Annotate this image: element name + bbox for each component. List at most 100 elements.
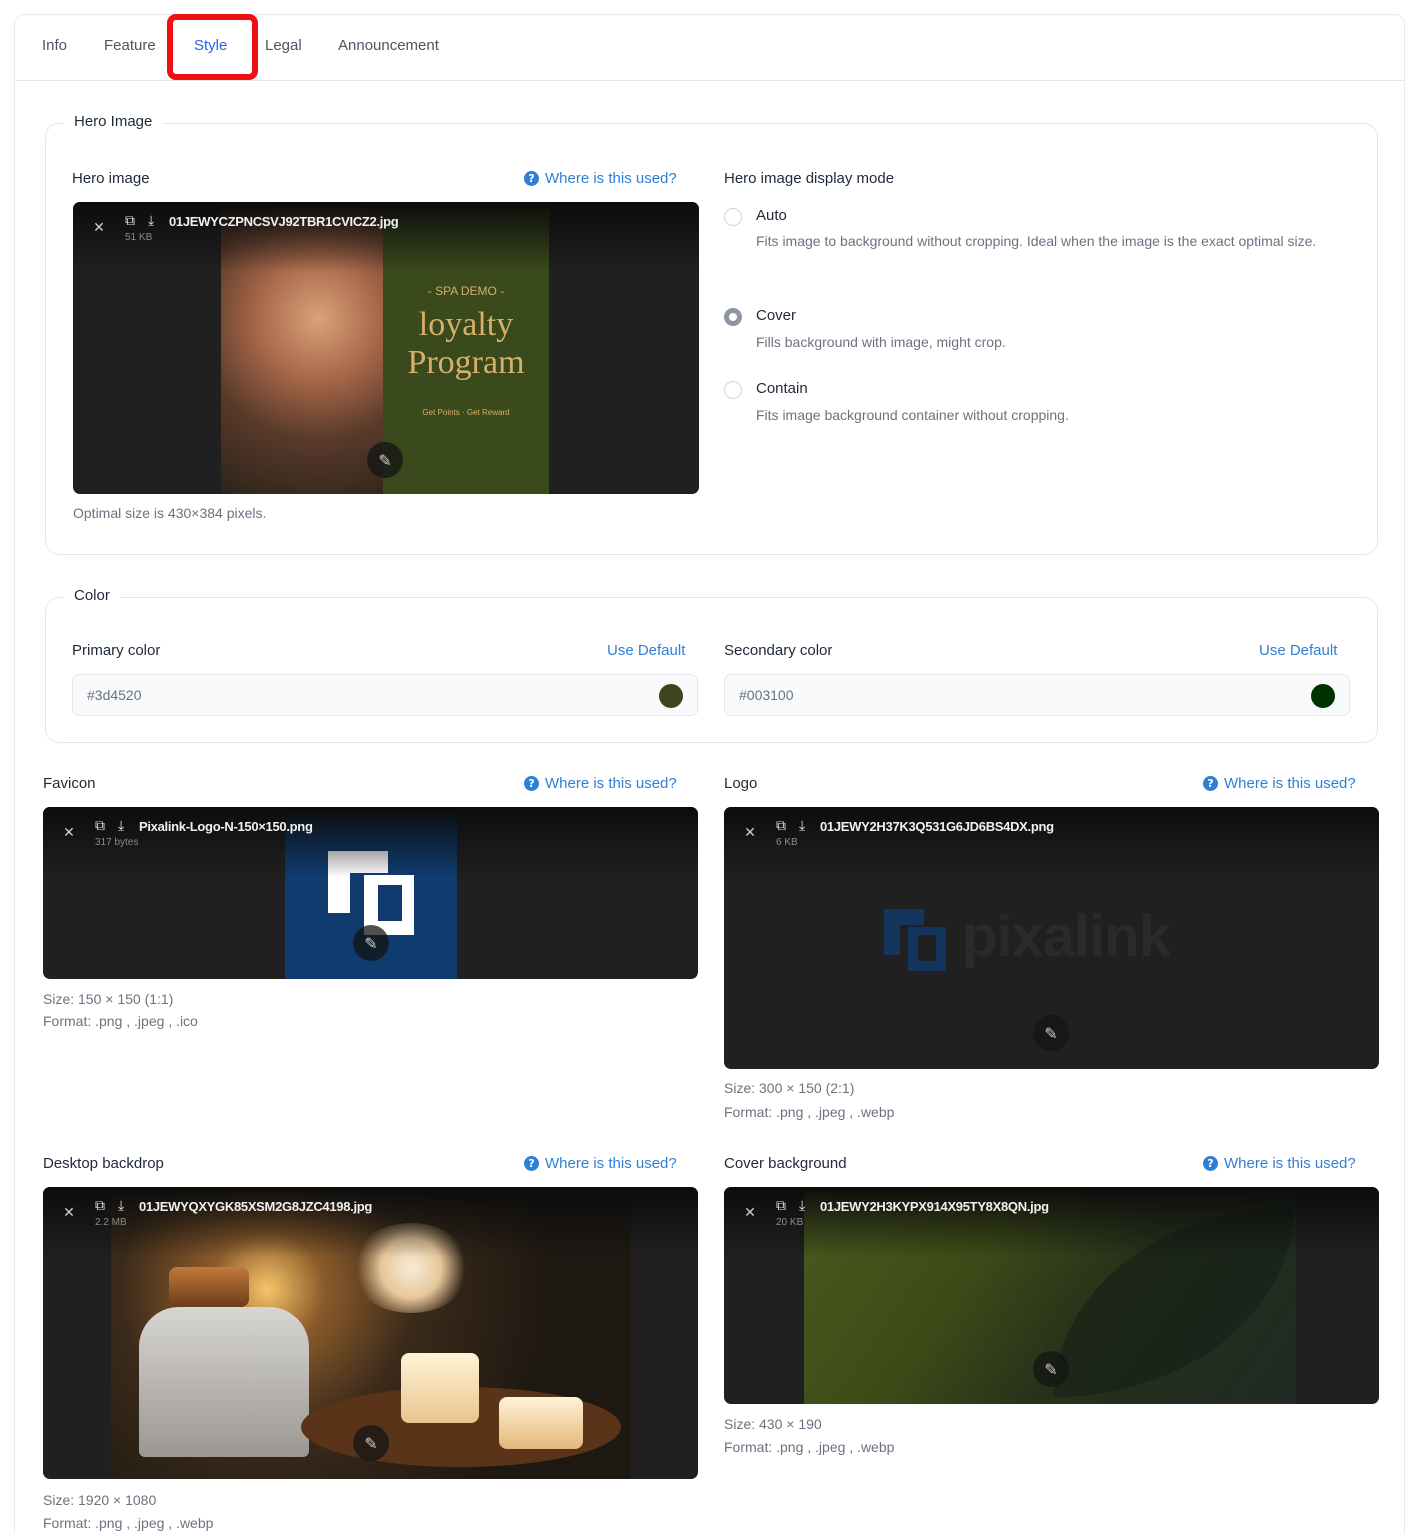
edit-pencil-icon[interactable]: ✎ xyxy=(367,442,403,478)
upload-header-shade xyxy=(724,1187,1379,1257)
logo-preview: pixalink xyxy=(884,904,1224,975)
hero-image-label: Hero image xyxy=(72,170,150,187)
radio-contain-title: Contain xyxy=(756,380,808,397)
secondary-color-value: #003100 xyxy=(739,687,794,703)
hero-optimal-size: Optimal size is 430×384 pixels. xyxy=(73,505,267,521)
hero-image-group: Hero Image Hero image ? Where is this us… xyxy=(45,113,1378,555)
remove-icon[interactable]: ✕ xyxy=(742,825,758,841)
logo-upload[interactable]: pixalink ✕ ⧉ ⤓ 01JEWY2H37K3Q531G6JD6BS4D… xyxy=(724,807,1379,1069)
open-external-icon[interactable]: ⧉ xyxy=(776,1198,786,1214)
logo-file-size: 6 KB xyxy=(776,837,798,848)
remove-icon[interactable]: ✕ xyxy=(61,825,77,841)
primary-color-swatch[interactable] xyxy=(659,684,683,708)
logo-where-used-link[interactable]: ? Where is this used? xyxy=(1203,775,1356,792)
open-external-icon[interactable]: ⧉ xyxy=(95,818,105,834)
download-icon[interactable]: ⤓ xyxy=(148,213,154,229)
favicon-where-used-text: Where is this used? xyxy=(545,775,677,792)
hero-program-text: Program xyxy=(407,344,525,381)
favicon-size: Size: 150 × 150 (1:1) xyxy=(43,991,174,1007)
hero-where-used-link[interactable]: ? Where is this used? xyxy=(524,170,677,187)
color-group: Color Primary color Use Default #3d4520 … xyxy=(45,587,1378,743)
upload-header-shade xyxy=(43,1187,698,1257)
primary-color-value: #3d4520 xyxy=(87,687,142,703)
backdrop-file-size: 2.2 MB xyxy=(95,1217,127,1228)
download-icon[interactable]: ⤓ xyxy=(118,1198,124,1214)
backdrop-where-used-link[interactable]: ? Where is this used? xyxy=(524,1155,677,1172)
question-icon: ? xyxy=(524,171,539,186)
secondary-color-input[interactable]: #003100 xyxy=(724,674,1350,716)
question-icon: ? xyxy=(1203,776,1218,791)
open-external-icon[interactable]: ⧉ xyxy=(776,818,786,834)
tab-highlight-box xyxy=(167,14,258,80)
candle-3 xyxy=(169,1267,249,1307)
tab-legal[interactable]: Legal xyxy=(265,37,302,54)
desktop-backdrop-upload[interactable]: ✕ ⧉ ⤓ 01JEWYQXYGK85XSM2G8JZC4198.jpg 2.2… xyxy=(43,1187,698,1479)
backdrop-where-used-text: Where is this used? xyxy=(545,1155,677,1172)
logo-wordmark: pixalink xyxy=(962,904,1171,969)
radio-contain[interactable] xyxy=(724,381,742,399)
open-external-icon[interactable]: ⧉ xyxy=(125,213,135,229)
color-legend: Color xyxy=(64,587,120,604)
favicon-file-name: Pixalink-Logo-N-150×150.png xyxy=(139,819,313,834)
primary-use-default-link[interactable]: Use Default xyxy=(607,642,685,659)
backdrop-format: Format: .png , .jpeg , .webp xyxy=(43,1515,214,1531)
hero-image-upload[interactable]: - SPA DEMO - loyalty Program Get Points … xyxy=(73,202,699,494)
favicon-format: Format: .png , .jpeg , .ico xyxy=(43,1013,198,1029)
cover-background-label: Cover background xyxy=(724,1155,847,1172)
remove-icon[interactable]: ✕ xyxy=(61,1205,77,1221)
edit-pencil-icon[interactable]: ✎ xyxy=(1033,1351,1069,1387)
edit-pencil-icon[interactable]: ✎ xyxy=(1033,1015,1069,1051)
secondary-color-swatch[interactable] xyxy=(1311,684,1335,708)
cover-format: Format: .png , .jpeg , .webp xyxy=(724,1439,895,1455)
hero-tagline-text: Get Points · Get Reward xyxy=(422,408,510,417)
favicon-where-used-link[interactable]: ? Where is this used? xyxy=(524,775,677,792)
radio-auto-title: Auto xyxy=(756,207,787,224)
radio-auto[interactable] xyxy=(724,208,742,226)
upload-header-shade xyxy=(73,202,699,272)
hero-demo-text: - SPA DEMO - xyxy=(427,284,505,298)
cover-size: Size: 430 × 190 xyxy=(724,1416,822,1432)
open-external-icon[interactable]: ⧉ xyxy=(95,1198,105,1214)
download-icon[interactable]: ⤓ xyxy=(799,1198,805,1214)
favicon-file-size: 317 bytes xyxy=(95,837,139,848)
radio-contain-desc: Fits image background container without … xyxy=(756,407,1069,423)
logo-format: Format: .png , .jpeg , .webp xyxy=(724,1104,895,1120)
upload-header-shade xyxy=(43,807,698,877)
tab-bar: Info Feature Style Legal Announcement xyxy=(15,14,1404,81)
display-mode-label: Hero image display mode xyxy=(724,170,895,187)
backdrop-size: Size: 1920 × 1080 xyxy=(43,1492,157,1508)
towels xyxy=(139,1307,309,1457)
tab-announcement[interactable]: Announcement xyxy=(338,37,439,54)
hero-loyalty-text: loyalty xyxy=(418,306,514,343)
cover-file-size: 20 KB xyxy=(776,1217,804,1228)
backdrop-file-name: 01JEWYQXYGK85XSM2G8JZC4198.jpg xyxy=(139,1199,373,1214)
logo-where-used-text: Where is this used? xyxy=(1224,775,1356,792)
download-icon[interactable]: ⤓ xyxy=(799,818,805,834)
cover-where-used-link[interactable]: ? Where is this used? xyxy=(1203,1155,1356,1172)
candle-1 xyxy=(401,1353,479,1423)
remove-icon[interactable]: ✕ xyxy=(742,1205,758,1221)
remove-icon[interactable]: ✕ xyxy=(91,220,107,236)
question-icon: ? xyxy=(524,1156,539,1171)
candle-2 xyxy=(499,1397,583,1449)
hero-legend: Hero Image xyxy=(64,113,163,130)
radio-cover-desc: Fills background with image, might crop. xyxy=(756,334,1006,350)
cover-where-used-text: Where is this used? xyxy=(1224,1155,1356,1172)
tab-feature[interactable]: Feature xyxy=(104,37,156,54)
download-icon[interactable]: ⤓ xyxy=(118,818,124,834)
radio-cover[interactable] xyxy=(724,308,742,326)
favicon-upload[interactable]: ✕ ⧉ ⤓ Pixalink-Logo-N-150×150.png 317 by… xyxy=(43,807,698,979)
tab-info[interactable]: Info xyxy=(42,37,67,54)
secondary-color-label: Secondary color xyxy=(724,642,833,659)
logo-label: Logo xyxy=(724,775,758,792)
primary-color-label: Primary color xyxy=(72,642,161,659)
edit-pencil-icon[interactable]: ✎ xyxy=(353,1425,389,1461)
question-icon: ? xyxy=(1203,1156,1218,1171)
hero-where-used-text: Where is this used? xyxy=(545,170,677,187)
logo-file-name: 01JEWY2H37K3Q531G6JD6BS4DX.png xyxy=(820,819,1054,834)
edit-pencil-icon[interactable]: ✎ xyxy=(353,925,389,961)
cover-background-upload[interactable]: ✕ ⧉ ⤓ 01JEWY2H3KYPX914X95TY8X8QN.jpg 20 … xyxy=(724,1187,1379,1404)
primary-color-input[interactable]: #3d4520 xyxy=(72,674,698,716)
secondary-use-default-link[interactable]: Use Default xyxy=(1259,642,1337,659)
favicon-label: Favicon xyxy=(43,775,96,792)
